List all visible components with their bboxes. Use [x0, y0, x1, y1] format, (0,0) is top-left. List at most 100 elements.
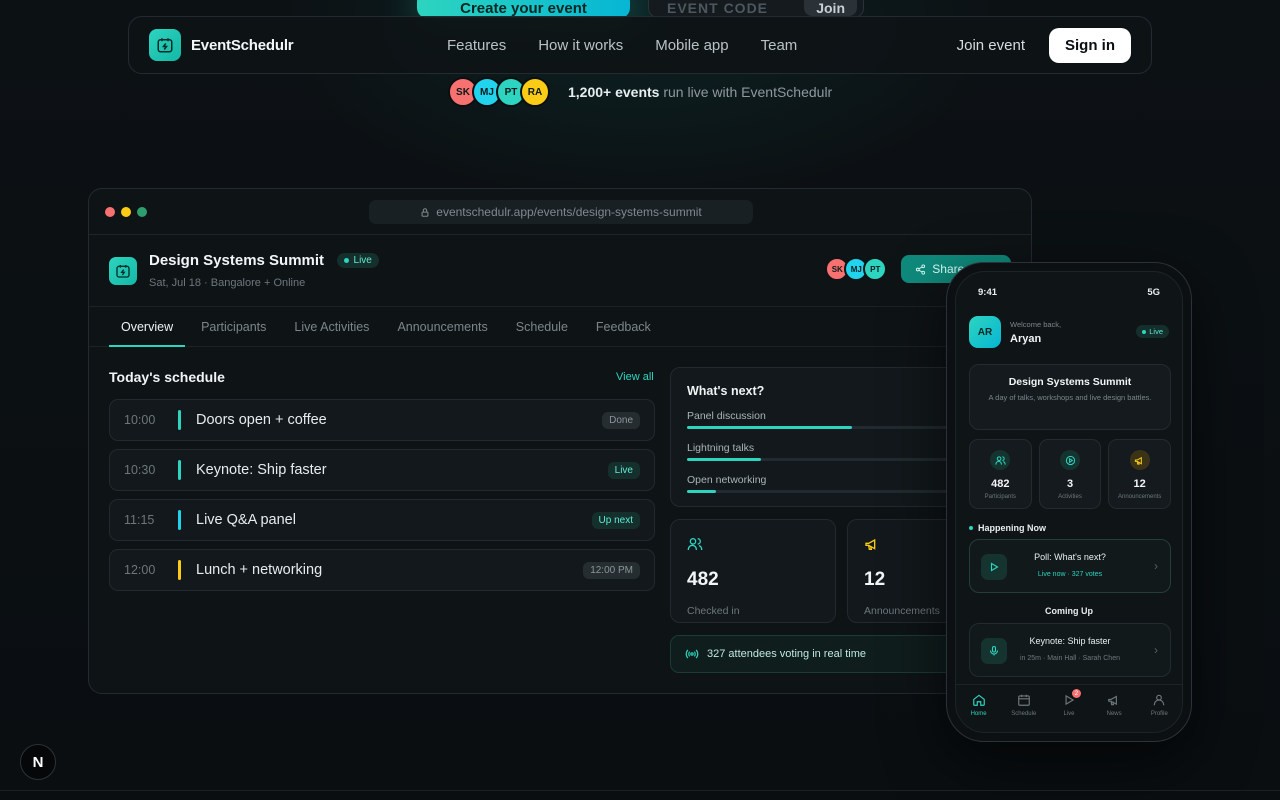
nav-link-team[interactable]: Team: [761, 37, 798, 54]
phone-time: 9:41: [978, 287, 998, 298]
event-subtitle: Sat, Jul 18 · Bangalore + Online: [149, 277, 306, 289]
logo-icon[interactable]: [149, 29, 181, 61]
schedule-time: 12:00: [124, 563, 156, 577]
play-circle-icon: [1060, 450, 1080, 470]
nav-links: Features How it works Mobile app Team: [447, 37, 797, 54]
url-text: eventschedulr.app/events/design-systems-…: [436, 205, 702, 219]
schedule-item[interactable]: 11:15 Live Q&A panel Up next: [109, 499, 655, 541]
view-all-link[interactable]: View all: [616, 371, 654, 383]
stat-label: Activities: [1058, 494, 1082, 500]
nav-actions: Join event Sign in: [957, 27, 1131, 63]
live-dot-icon: [1142, 329, 1147, 334]
voting-text: 327 attendees voting in real time: [707, 648, 866, 660]
schedule-item-title: Lunch + networking: [196, 562, 323, 578]
nav-link-mobile-app[interactable]: Mobile app: [655, 37, 728, 54]
live-badge-label: Live: [353, 255, 372, 266]
tab-overview[interactable]: Overview: [108, 307, 186, 347]
brand-name[interactable]: EventSchedulr: [191, 37, 294, 54]
activities-stat[interactable]: 3 Activities: [1038, 439, 1102, 509]
voting-banner: 327 attendees voting in real time: [670, 635, 970, 673]
event-tabs: Overview Participants Live Activities An…: [89, 307, 1031, 347]
tab-participants[interactable]: Participants: [201, 307, 266, 346]
phone-event-card[interactable]: Design Systems Summit A day of talks, wo…: [969, 364, 1171, 430]
schedule-time: 10:30: [124, 463, 156, 477]
nav-link-how-it-works[interactable]: How it works: [538, 37, 623, 54]
schedule-item[interactable]: 12:00 Lunch + networking 12:00 PM: [109, 549, 655, 591]
phone-tab-news[interactable]: News: [1096, 693, 1132, 732]
happening-now-heading: Happening Now: [969, 523, 1046, 533]
phone-tab-label: Live: [1063, 711, 1075, 717]
status-badge: 12:00 PM: [583, 561, 640, 579]
minimize-window-dot[interactable]: [121, 206, 131, 217]
chevron-right-icon: ›: [1154, 643, 1158, 657]
schedule-time: 11:15: [124, 513, 155, 527]
join-event-link[interactable]: Join event: [957, 37, 1025, 54]
stat-label: Announcements: [1117, 494, 1162, 500]
participants-stat[interactable]: 482 Participants: [969, 439, 1032, 509]
poll-option-label: Open networking: [687, 474, 767, 486]
tab-announcements[interactable]: Announcements: [397, 307, 487, 346]
share-icon: [916, 263, 926, 275]
phone-status-bar: 9:41 5G: [956, 272, 1182, 298]
event-header: Design Systems Summit Live Sat, Jul 18 ·…: [89, 235, 1031, 307]
megaphone-icon: [1108, 695, 1118, 706]
user-name: Aryan: [1010, 332, 1042, 345]
activity-subtitle: Live now · 327 votes: [1037, 571, 1103, 578]
phone-welcome: AR Welcome back, Aryan: [969, 316, 1061, 348]
home-icon: [972, 694, 985, 706]
schedule-item-title: Doors open + coffee: [196, 412, 327, 428]
happening-now-item[interactable]: Poll: What's next? Live now · 327 votes …: [969, 539, 1171, 593]
poll-progress-fill: [687, 458, 762, 461]
address-bar[interactable]: eventschedulr.app/events/design-systems-…: [369, 200, 753, 224]
whats-next-title: What's next?: [687, 384, 765, 398]
status-badge: Live: [607, 461, 640, 479]
poll-progress-track: [687, 458, 953, 461]
maximize-window-dot[interactable]: [137, 206, 147, 217]
tab-schedule[interactable]: Schedule: [516, 307, 568, 346]
attendee-avatars: SK MJ PT: [825, 257, 888, 281]
session-subtitle: in 25m · Main Hall · Sarah Chen: [1020, 655, 1120, 662]
broadcast-icon: [685, 649, 699, 659]
phone-tab-profile[interactable]: Profile: [1141, 693, 1177, 732]
phone-tab-home[interactable]: Home: [961, 693, 997, 732]
tab-feedback[interactable]: Feedback: [596, 307, 651, 346]
schedule-title: Today's schedule: [109, 369, 225, 385]
event-code-placeholder: EVENT CODE: [667, 0, 769, 16]
social-proof-caption: run live with EventSchedulr: [663, 84, 833, 100]
phone-tab-live[interactable]: 2 Live: [1051, 689, 1087, 732]
happening-now-label: Happening Now: [978, 523, 1046, 533]
schedule-time: 10:00: [124, 413, 156, 427]
schedule-list: 10:00 Doors open + coffee Done 10:30 Key…: [109, 399, 655, 599]
nav-link-features[interactable]: Features: [447, 37, 506, 54]
schedule-item[interactable]: 10:30 Keynote: Ship faster Live: [109, 449, 655, 491]
phone-tab-label: Profile: [1150, 711, 1168, 717]
schedule-color-bar: [178, 410, 181, 430]
social-proof-text: 1,200+ events run live with EventSchedul…: [568, 84, 832, 100]
live-badge-label: Live: [1149, 327, 1163, 336]
avatar: PT: [863, 257, 888, 281]
events-count: 1,200+ events: [568, 84, 660, 100]
announcements-stat[interactable]: 12 Announcements: [1108, 439, 1172, 509]
live-badge: Live: [1136, 325, 1169, 338]
live-dot-icon: [343, 258, 349, 263]
megaphone-icon: [865, 538, 876, 550]
phone-tab-schedule[interactable]: Schedule: [1006, 693, 1042, 732]
nextjs-dev-badge[interactable]: N: [20, 744, 56, 780]
schedule-item[interactable]: 10:00 Doors open + coffee Done: [109, 399, 655, 441]
activity-title: Poll: What's next?: [1034, 552, 1106, 562]
user-icon: [1154, 694, 1165, 706]
phone-stats: 482 Participants 3 Activities 12 Announc…: [969, 439, 1172, 509]
phone-tab-label: Home: [970, 711, 987, 717]
avatar[interactable]: AR: [969, 316, 1001, 348]
live-badge: Live: [336, 253, 379, 268]
users-icon: [990, 450, 1011, 470]
close-window-dot[interactable]: [105, 206, 115, 217]
megaphone-icon: [1129, 450, 1150, 470]
join-code-button[interactable]: Join: [804, 0, 857, 16]
sign-in-button[interactable]: Sign in: [1049, 27, 1131, 63]
poll-progress-track: [687, 426, 953, 429]
poll-progress-fill: [687, 426, 852, 429]
tab-live-activities[interactable]: Live Activities: [294, 307, 369, 346]
coming-up-item[interactable]: Keynote: Ship faster in 25m · Main Hall …: [969, 623, 1171, 677]
event-logo-icon: [109, 256, 137, 285]
